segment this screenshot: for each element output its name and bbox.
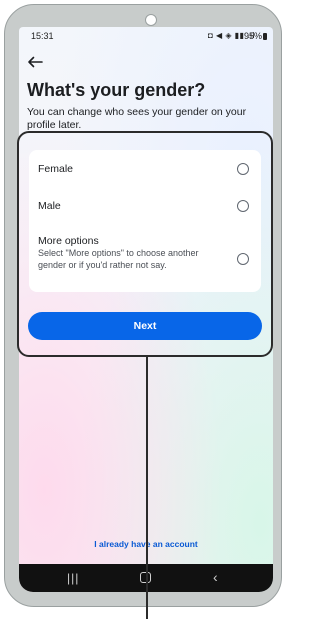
camera-cutout: [145, 14, 157, 26]
nav-back-icon[interactable]: ‹: [213, 570, 218, 584]
highlight-callout-box: [17, 131, 273, 357]
page-subtitle: You can change who sees your gender on y…: [27, 106, 247, 131]
screenshot-stage: 15:31 ◘ ◀ ◈ ▮▮ .ıl 95% What's your gende…: [0, 0, 285, 619]
status-time: 15:31: [31, 31, 54, 41]
battery-indicator: 95%: [244, 31, 267, 41]
back-arrow-icon[interactable]: [27, 56, 43, 68]
recents-icon[interactable]: |||: [67, 571, 79, 585]
status-bar: 15:31 ◘ ◀ ◈ ▮▮ .ıl 95%: [19, 27, 273, 45]
page-title: What's your gender?: [27, 80, 206, 100]
highlight-callout-line: [146, 357, 148, 619]
battery-percent: 95%: [243, 31, 262, 41]
battery-icon: [263, 33, 267, 40]
